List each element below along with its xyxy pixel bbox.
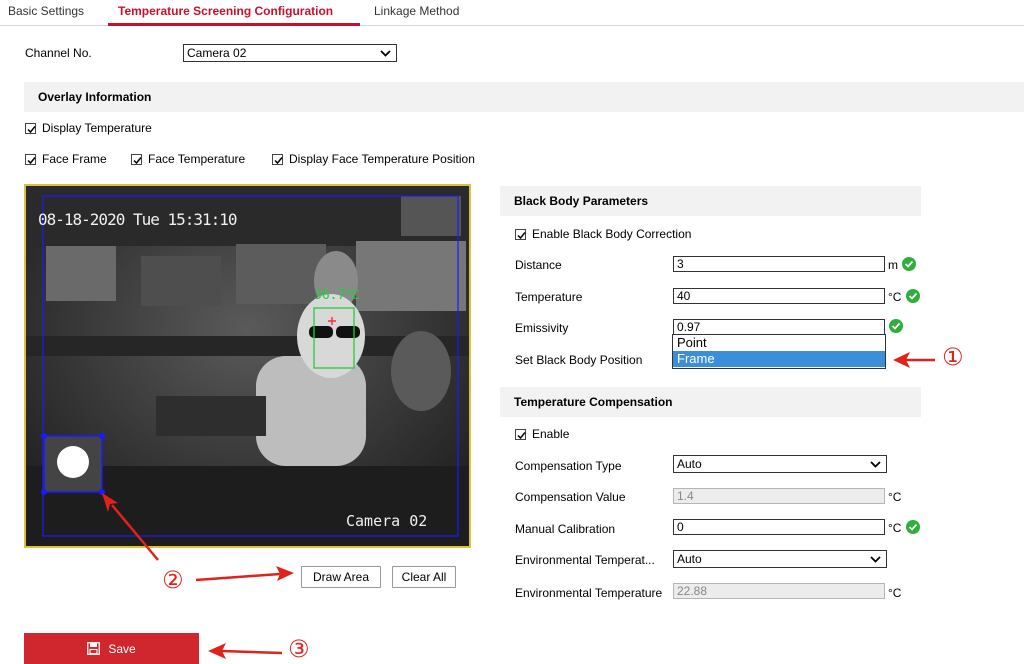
annotation-number-two: ② bbox=[162, 566, 184, 594]
annotation-number-one: ① bbox=[942, 343, 964, 371]
annotation-arrows bbox=[102, 352, 935, 659]
annotation-number-three: ③ bbox=[288, 635, 310, 663]
